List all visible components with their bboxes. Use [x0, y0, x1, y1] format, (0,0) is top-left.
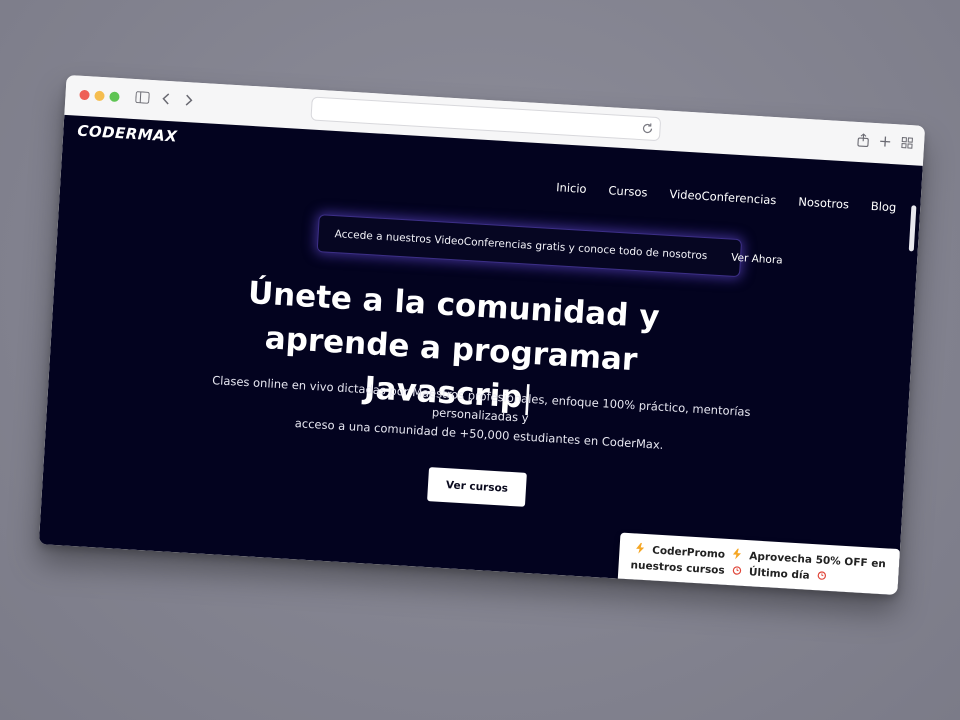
page-scrollbar[interactable]	[908, 205, 917, 252]
tab-overview-icon[interactable]	[898, 133, 917, 152]
maximize-window-button[interactable]	[109, 91, 120, 103]
close-window-button[interactable]	[79, 89, 90, 101]
share-icon[interactable]	[854, 131, 873, 150]
nav-item-videoconferencias[interactable]: VideoConferencias	[669, 187, 777, 207]
web-page: CODERMAX Inicio Cursos VideoConferencias…	[38, 114, 923, 596]
announcement-banner: Accede a nuestros VideoConferencias grat…	[316, 214, 783, 278]
back-icon[interactable]	[157, 89, 176, 108]
announcement-message: Accede a nuestros VideoConferencias grat…	[334, 228, 708, 263]
browser-window: CODERMAX Inicio Cursos VideoConferencias…	[38, 74, 926, 596]
nav-item-inicio[interactable]: Inicio	[556, 180, 587, 196]
alarm-clock-icon	[731, 564, 743, 576]
reload-icon[interactable]	[640, 120, 655, 135]
new-tab-icon[interactable]	[876, 132, 895, 151]
main-nav: Inicio Cursos VideoConferencias Nosotros…	[556, 180, 897, 214]
minimize-window-button[interactable]	[94, 90, 105, 102]
promo-progress-line	[627, 583, 868, 596]
sidebar-icon[interactable]	[133, 88, 152, 107]
forward-icon[interactable]	[179, 91, 198, 110]
nav-item-cursos[interactable]: Cursos	[608, 183, 648, 199]
ver-ahora-link[interactable]: Ver Ahora	[731, 252, 783, 267]
lightning-icon	[731, 548, 743, 560]
nav-item-nosotros[interactable]: Nosotros	[798, 195, 849, 212]
background: CODERMAX Inicio Cursos VideoConferencias…	[0, 0, 960, 720]
announcement-divider	[718, 248, 720, 265]
promo-banner[interactable]: CoderPromo Aprovecha 50% OFF en nuestros…	[617, 532, 901, 596]
promo-offer-text-cont: cursos	[685, 562, 726, 577]
ver-cursos-button[interactable]: Ver cursos	[427, 467, 527, 507]
lightning-icon	[634, 542, 646, 554]
logo[interactable]: CODERMAX	[77, 122, 178, 146]
nav-item-blog[interactable]: Blog	[871, 199, 897, 214]
promo-code-label: CoderPromo	[651, 544, 726, 561]
promo-deadline: Último día	[748, 566, 810, 582]
alarm-clock-icon	[816, 569, 828, 581]
